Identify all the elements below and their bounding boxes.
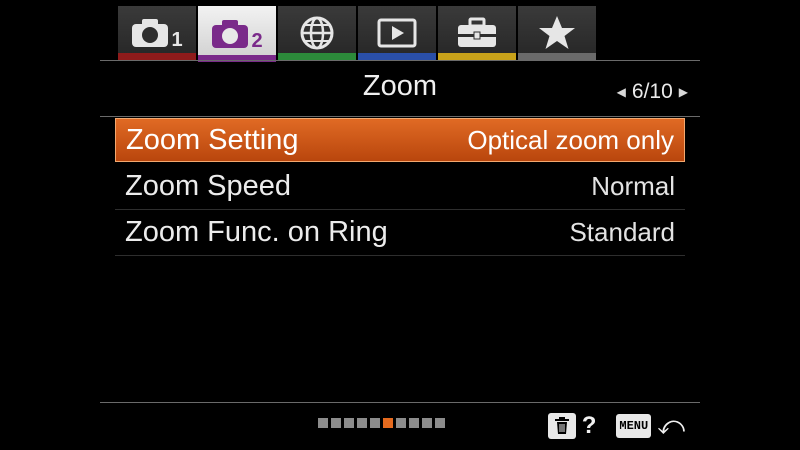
tab-playback[interactable] bbox=[358, 6, 436, 60]
tab-shooting-2[interactable]: 2 bbox=[198, 6, 276, 62]
footer-helpers: ? MENU ⤺ bbox=[547, 410, 685, 442]
page-number: 6/10 bbox=[631, 80, 673, 103]
tab-number: 2 bbox=[251, 29, 263, 52]
page-dot bbox=[370, 418, 380, 428]
next-page-arrow-icon[interactable]: ▶ bbox=[679, 85, 688, 99]
page-dots bbox=[318, 418, 445, 428]
tab-color-stripe bbox=[358, 53, 436, 60]
page-dot bbox=[435, 418, 445, 428]
menu-key-icon[interactable]: MENU bbox=[616, 414, 652, 438]
help-icon[interactable]: ? bbox=[582, 412, 597, 440]
title-divider bbox=[100, 116, 700, 117]
tab-color-stripe bbox=[118, 53, 196, 60]
tab-color-stripe bbox=[438, 53, 516, 60]
page-dot bbox=[318, 418, 328, 428]
page-dot bbox=[357, 418, 367, 428]
menu-item-label: Zoom Func. on Ring bbox=[125, 216, 388, 248]
page-title: Zoom bbox=[362, 70, 438, 102]
menu-item-zoom-func-on-ring[interactable]: Zoom Func. on Ring Standard bbox=[115, 210, 685, 256]
tab-setup[interactable] bbox=[438, 6, 516, 60]
tab-my-menu[interactable] bbox=[518, 6, 596, 60]
top-divider bbox=[100, 60, 700, 61]
globe-icon bbox=[300, 16, 334, 50]
bottom-divider bbox=[100, 402, 700, 403]
page-dot bbox=[409, 418, 419, 428]
star-icon bbox=[539, 16, 575, 49]
menu-item-value: Optical zoom only bbox=[467, 124, 674, 155]
menu-item-label: Zoom Speed bbox=[125, 170, 292, 202]
tab-color-stripe bbox=[518, 53, 596, 60]
menu-item-value: Standard bbox=[569, 217, 675, 247]
trash-icon[interactable] bbox=[547, 413, 576, 439]
tab-bar: 1 2 bbox=[118, 6, 596, 62]
menu-list: Zoom Setting Optical zoom only Zoom Spee… bbox=[115, 118, 685, 256]
page-dot bbox=[344, 418, 354, 428]
menu-item-zoom-setting[interactable]: Zoom Setting Optical zoom only bbox=[115, 118, 685, 162]
tab-color-stripe bbox=[278, 53, 356, 60]
prev-page-arrow-icon[interactable]: ◀ bbox=[617, 85, 626, 99]
back-arrow-icon[interactable]: ⤺ bbox=[657, 410, 685, 442]
menu-item-zoom-speed[interactable]: Zoom Speed Normal bbox=[115, 164, 685, 210]
tab-shooting-1[interactable]: 1 bbox=[118, 6, 196, 60]
menu-item-value: Normal bbox=[591, 171, 675, 201]
camera-icon bbox=[212, 20, 249, 48]
camera-icon bbox=[132, 19, 169, 47]
menu-item-label: Zoom Setting bbox=[126, 123, 299, 156]
page-dot bbox=[331, 418, 341, 428]
tab-network[interactable] bbox=[278, 6, 356, 60]
toolbox-icon bbox=[458, 17, 496, 47]
playback-icon bbox=[377, 18, 417, 48]
page-dot-current bbox=[383, 418, 393, 428]
tab-number: 1 bbox=[171, 28, 183, 51]
page-dot bbox=[422, 418, 432, 428]
page-dot bbox=[396, 418, 406, 428]
page-indicator: ◀ 6/10 ▶ bbox=[617, 80, 688, 104]
